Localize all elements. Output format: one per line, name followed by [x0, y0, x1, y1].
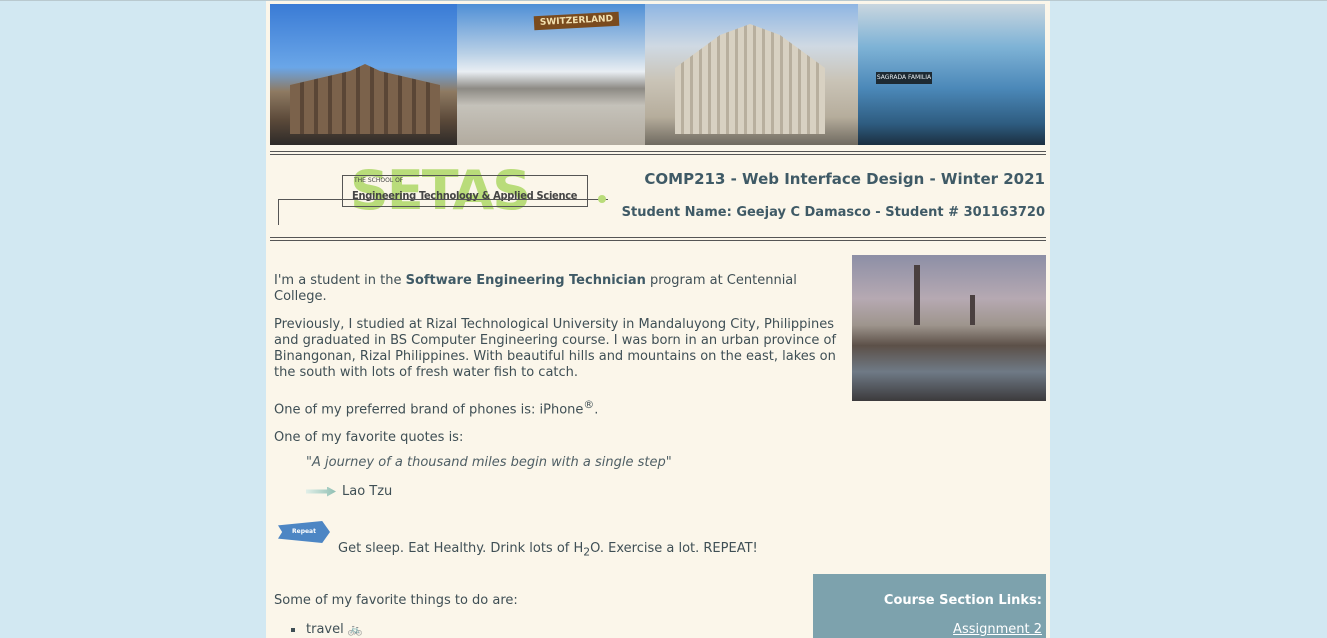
intro-text: I'm a student in the — [274, 273, 406, 288]
intro-paragraph-3: One of my preferred brand of phones is: … — [274, 397, 839, 418]
phone-text: One of my preferred brand of phones is: … — [274, 402, 584, 418]
program-name: Software Engineering Technician — [405, 273, 646, 288]
church-spire — [914, 265, 920, 325]
switzerland-sign: SWITZERLAND — [533, 11, 620, 31]
header-top-rule — [270, 151, 1046, 155]
bicycle-icon: 🚲 — [347, 622, 363, 636]
quote-author-row: Lao Tzu — [306, 484, 392, 499]
photo-milan-cathedral — [645, 4, 858, 145]
repeat-text: Get sleep. Eat Healthy. Drink lots of H2… — [338, 541, 758, 559]
repeat-arrow-icon: Repeat — [278, 521, 330, 543]
logo-line — [278, 199, 608, 200]
intro-section: I'm a student in the Software Engineerin… — [274, 273, 839, 458]
banner-photos: SWITZERLAND SAGRADA FAMILIA — [270, 4, 1045, 145]
favorite-item-label: travel — [306, 622, 344, 637]
page-container: SWITZERLAND SAGRADA FAMILIA SETAS THE SC… — [266, 1, 1050, 638]
student-info: Student Name: Geejay C Damasco - Student… — [621, 205, 1045, 220]
assignment-2-link[interactable]: Assignment 2 — [953, 622, 1042, 637]
logo-school-name: Engineering Technology & Applied Science — [352, 189, 578, 202]
photo-zurich-station — [270, 4, 457, 145]
registered-mark: ® — [583, 398, 595, 411]
repeat-text-part: Get sleep. Eat Healthy. Drink lots of H — [338, 541, 584, 556]
intro-paragraph-2: Previously, I studied at Rizal Technolog… — [274, 317, 837, 380]
logo-school-of: THE SCHOOL OF — [354, 177, 404, 184]
station-building — [290, 64, 440, 134]
photo-sagrada-familia: SAGRADA FAMILIA — [858, 4, 1045, 145]
list-item: travel 🚲 — [291, 622, 363, 637]
course-links-title: Course Section Links: — [883, 593, 1042, 608]
favorite-quote: "A journey of a thousand miles begin wit… — [306, 455, 672, 470]
cathedral-facade — [675, 24, 825, 134]
logo-dot — [598, 195, 606, 203]
photo-zurich-river — [852, 255, 1046, 401]
logo-line-vertical — [278, 199, 279, 225]
course-links-panel: Course Section Links: Assignment 2 — [813, 574, 1046, 638]
sagrada-familia-sign: SAGRADA FAMILIA — [876, 72, 932, 84]
course-title: COMP213 - Web Interface Design - Winter … — [644, 170, 1045, 188]
quote-author: Lao Tzu — [342, 484, 393, 499]
church-spire — [970, 295, 975, 325]
photo-switzerland-mountains: SWITZERLAND — [457, 4, 645, 145]
favorites-heading: Some of my favorite things to do are: — [274, 593, 518, 608]
setas-logo: SETAS THE SCHOOL OF Engineering Technolo… — [278, 161, 608, 225]
intro-paragraph-1: I'm a student in the Software Engineerin… — [274, 273, 839, 305]
arrow-right-icon — [306, 486, 336, 497]
repeat-text-part: O. Exercise a lot. REPEAT! — [590, 541, 758, 556]
intro-paragraph-4: One of my favorite quotes is: — [274, 430, 464, 446]
header-bottom-rule — [270, 237, 1046, 241]
favorites-list: travel 🚲 — [291, 622, 363, 637]
phone-text-end: . — [594, 402, 599, 418]
